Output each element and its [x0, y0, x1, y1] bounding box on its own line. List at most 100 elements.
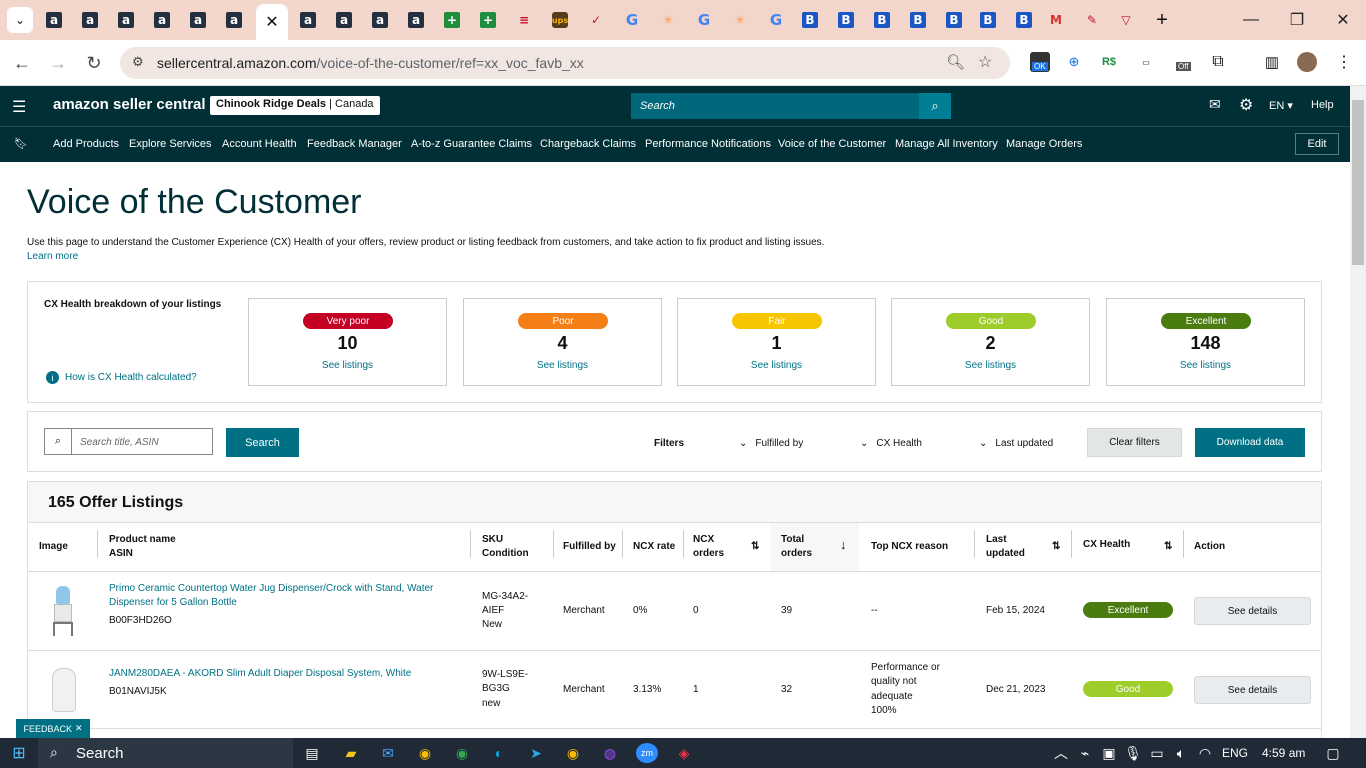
- zoom-icon[interactable]: 🔍︎: [946, 53, 965, 71]
- sort-icon[interactable]: ⇅: [751, 540, 759, 554]
- browser-tab[interactable]: a: [366, 6, 394, 34]
- product-name-link[interactable]: Primo Ceramic Countertop Water Jug Dispe…: [109, 582, 433, 596]
- store-selector[interactable]: Chinook Ridge Deals | Canada: [210, 96, 380, 115]
- minimize-icon[interactable]: —: [1228, 8, 1274, 32]
- product-image-water-dispenser[interactable]: [50, 586, 76, 636]
- header-search-input[interactable]: Search: [631, 93, 919, 119]
- browser-tab[interactable]: ✳: [726, 6, 754, 34]
- hamburger-menu-icon[interactable]: ☰: [12, 97, 26, 117]
- extension-globe-icon[interactable]: ⊕: [1064, 52, 1084, 72]
- browser-tab[interactable]: B: [974, 6, 1002, 34]
- browser-tab[interactable]: a: [76, 6, 104, 34]
- nav-performance-notifications[interactable]: Performance Notifications: [645, 138, 771, 150]
- edge-icon[interactable]: ◐: [488, 743, 510, 763]
- see-listings-fair[interactable]: See listings: [678, 360, 875, 371]
- nav-chargeback-claims[interactable]: Chargeback Claims: [540, 138, 636, 150]
- address-bar[interactable]: ⚙ sellercentral.amazon.com/voice-of-the-…: [120, 47, 1010, 79]
- seller-central-logo[interactable]: amazon seller central: [53, 96, 206, 113]
- sort-icon[interactable]: ⇅: [1164, 540, 1172, 554]
- telegram-icon[interactable]: ➤: [525, 743, 547, 763]
- product-name-link[interactable]: JANM280DAEA - AKORD Slim Adult Diaper Di…: [109, 667, 411, 681]
- browser-tab[interactable]: B: [1010, 6, 1038, 34]
- back-icon[interactable]: ←: [9, 50, 35, 76]
- see-details-button[interactable]: See details: [1194, 597, 1311, 625]
- last-updated-dropdown[interactable]: ⌄ Last updated: [979, 438, 1053, 449]
- browser-tab[interactable]: ✓: [582, 6, 610, 34]
- active-tab-close-icon[interactable]: ✕: [256, 4, 288, 40]
- filter-search-button[interactable]: Search: [226, 428, 299, 457]
- see-details-button[interactable]: See details: [1194, 676, 1311, 704]
- browser-tab[interactable]: a: [40, 6, 68, 34]
- nav-atoz-claims[interactable]: A-to-z Guarantee Claims: [411, 138, 532, 150]
- extension-rs-icon[interactable]: R$: [1099, 52, 1119, 72]
- see-listings-poor[interactable]: See listings: [464, 360, 661, 371]
- task-view-icon[interactable]: ▤: [301, 743, 323, 763]
- col-last-updated-line1[interactable]: Last: [986, 533, 1007, 547]
- help-link[interactable]: Help: [1311, 99, 1334, 111]
- cx-health-info-link[interactable]: i How is CX Health calculated?: [46, 371, 197, 384]
- language-selector[interactable]: EN ▾: [1269, 99, 1293, 112]
- clear-filters-button[interactable]: Clear filters: [1087, 428, 1182, 457]
- new-tab-icon[interactable]: +: [1148, 6, 1176, 34]
- browser-tab[interactable]: G: [618, 6, 646, 34]
- tray-language[interactable]: ENG: [1222, 746, 1248, 760]
- site-info-icon[interactable]: ⚙: [132, 54, 144, 70]
- scrollbar-thumb[interactable]: [1352, 100, 1364, 265]
- tray-clock[interactable]: 4:59 am: [1262, 746, 1305, 760]
- browser-tab[interactable]: B: [832, 6, 860, 34]
- tray-mic-icon[interactable]: 🎙︎: [1122, 743, 1144, 763]
- nav-account-health[interactable]: Account Health: [222, 138, 297, 150]
- mail-app-icon[interactable]: ✉: [377, 743, 399, 763]
- profile-avatar[interactable]: [1297, 52, 1317, 72]
- feedback-close-icon[interactable]: ✕: [75, 723, 83, 734]
- chrome-profile-icon[interactable]: ◉: [451, 743, 473, 763]
- extension-ok-icon[interactable]: OK: [1030, 52, 1050, 72]
- col-total-orders-line1[interactable]: Total: [781, 533, 804, 547]
- filter-search-input[interactable]: Search title, ASIN: [71, 428, 213, 455]
- browser-tab[interactable]: B: [940, 6, 968, 34]
- browser-tab[interactable]: G: [762, 6, 790, 34]
- sort-icon[interactable]: ⇅: [1052, 540, 1060, 554]
- nav-manage-inventory[interactable]: Manage All Inventory: [895, 138, 998, 150]
- browser-tab[interactable]: B: [904, 6, 932, 34]
- nav-add-products[interactable]: Add Products: [53, 138, 119, 150]
- see-listings-good[interactable]: See listings: [892, 360, 1089, 371]
- windows-start-icon[interactable]: ⊞: [8, 743, 30, 763]
- browser-tab[interactable]: G: [690, 6, 718, 34]
- cx-health-dropdown[interactable]: ⌄ CX Health: [860, 438, 922, 449]
- tray-network-off-icon[interactable]: ⌁: [1074, 743, 1096, 763]
- forward-icon[interactable]: →: [45, 50, 71, 76]
- header-search-icon[interactable]: ⌕: [919, 93, 951, 119]
- product-image-diaper-disposal[interactable]: [52, 668, 76, 712]
- learn-more-link[interactable]: Learn more: [27, 251, 78, 262]
- nav-explore-services[interactable]: Explore Services: [129, 138, 212, 150]
- file-explorer-icon[interactable]: ▰: [340, 743, 362, 763]
- bookmark-icon[interactable]: 🔖︎: [14, 137, 28, 150]
- browser-tab[interactable]: M: [1042, 6, 1070, 34]
- tray-chevron-icon[interactable]: ︿: [1050, 743, 1072, 763]
- col-total-orders-line2[interactable]: orders: [781, 547, 812, 561]
- browser-tab[interactable]: ≡: [510, 6, 538, 34]
- settings-gear-icon[interactable]: ⚙: [1239, 95, 1253, 115]
- browser-tab[interactable]: a: [402, 6, 430, 34]
- chrome-icon[interactable]: ◉: [414, 743, 436, 763]
- browser-tab[interactable]: a: [330, 6, 358, 34]
- extension-logo-icon[interactable]: ▭: [1136, 52, 1156, 72]
- nav-voice-of-customer[interactable]: Voice of the Customer: [778, 138, 886, 150]
- browser-tab[interactable]: a: [294, 6, 322, 34]
- browser-tab[interactable]: a: [112, 6, 140, 34]
- tray-volume-icon[interactable]: 🔈︎: [1170, 743, 1192, 763]
- side-panel-icon[interactable]: ▥: [1262, 52, 1282, 72]
- zoom-app-icon[interactable]: zm: [636, 743, 658, 763]
- download-data-button[interactable]: Download data: [1195, 428, 1305, 457]
- mail-icon[interactable]: ✉: [1209, 96, 1221, 113]
- browser-tab[interactable]: ✳: [654, 6, 682, 34]
- extension-off-icon[interactable]: Off: [1174, 52, 1194, 72]
- browser-tab[interactable]: +: [438, 6, 466, 34]
- browser-tab[interactable]: a: [184, 6, 212, 34]
- nav-feedback-manager[interactable]: Feedback Manager: [307, 138, 402, 150]
- chrome-active-icon[interactable]: ◉: [562, 743, 584, 763]
- col-ncx-orders-line2[interactable]: orders: [693, 547, 724, 561]
- window-close-icon[interactable]: ✕: [1320, 8, 1366, 32]
- browser-tab[interactable]: ups: [546, 6, 574, 34]
